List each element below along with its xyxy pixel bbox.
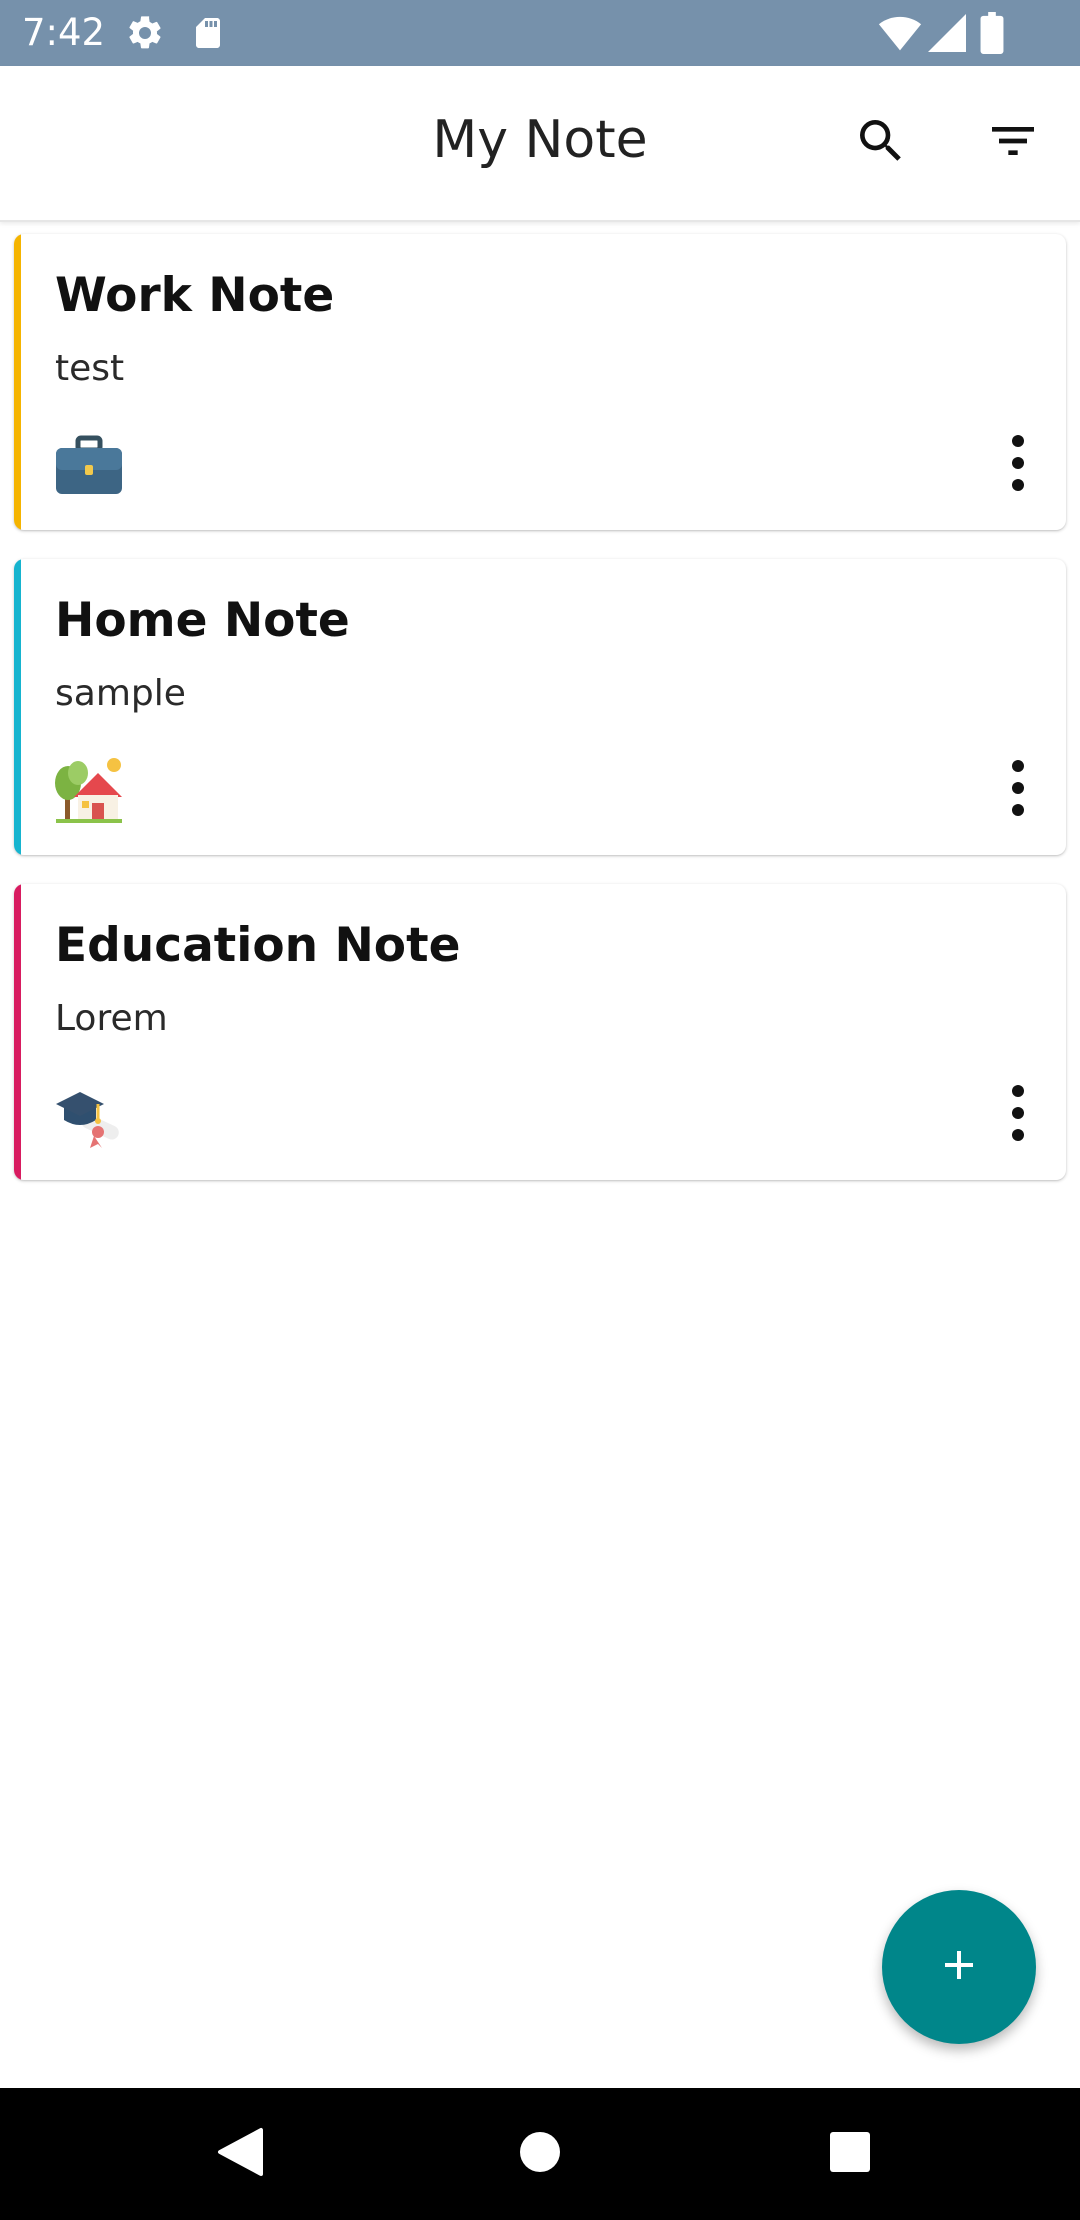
note-body: test <box>55 348 125 389</box>
gear-icon <box>125 13 165 58</box>
app-bar: My Note <box>0 66 1080 222</box>
plus-icon <box>935 1941 983 1994</box>
wifi-icon <box>878 14 922 57</box>
note-card[interactable]: Work Note test <box>14 234 1066 530</box>
note-title: Home Note <box>55 593 350 648</box>
status-time: 7:42 <box>22 11 106 54</box>
briefcase-icon <box>54 430 124 500</box>
note-title: Work Note <box>55 268 335 323</box>
search-icon <box>853 113 909 174</box>
signal-icon <box>928 14 966 57</box>
note-accent-bar <box>14 559 21 855</box>
status-bar: 7:42 <box>0 0 1080 66</box>
more-vertical-icon <box>1011 434 1025 497</box>
more-options-button[interactable] <box>988 755 1048 825</box>
more-vertical-icon <box>1011 759 1025 822</box>
note-list: Work Note test Home Note sample Educatio… <box>14 234 1066 1209</box>
back-icon <box>217 2127 263 2182</box>
search-button[interactable] <box>836 98 926 188</box>
filter-button[interactable] <box>968 98 1058 188</box>
note-accent-bar <box>14 234 21 530</box>
graduation-cap-icon <box>54 1080 124 1150</box>
sd-card-icon <box>190 13 226 58</box>
back-button[interactable] <box>198 2112 282 2196</box>
home-button[interactable] <box>498 2112 582 2196</box>
recents-button[interactable] <box>808 2112 892 2196</box>
navigation-bar <box>0 2088 1080 2220</box>
note-title: Education Note <box>55 918 461 973</box>
more-options-button[interactable] <box>988 430 1048 500</box>
note-accent-bar <box>14 884 21 1180</box>
more-vertical-icon <box>1011 1084 1025 1147</box>
home-icon <box>519 2131 561 2178</box>
battery-icon <box>980 12 1004 59</box>
app-screen: 7:42 My Note Work Note test Home Note sa… <box>0 0 1080 2220</box>
note-body: sample <box>55 673 186 714</box>
note-card[interactable]: Education Note Lorem <box>14 884 1066 1180</box>
recents-icon <box>829 2131 871 2178</box>
add-note-button[interactable] <box>882 1890 1036 2044</box>
more-options-button[interactable] <box>988 1080 1048 1150</box>
house-icon <box>54 755 124 825</box>
note-card[interactable]: Home Note sample <box>14 559 1066 855</box>
note-body: Lorem <box>55 998 168 1039</box>
filter-icon <box>985 113 1041 174</box>
